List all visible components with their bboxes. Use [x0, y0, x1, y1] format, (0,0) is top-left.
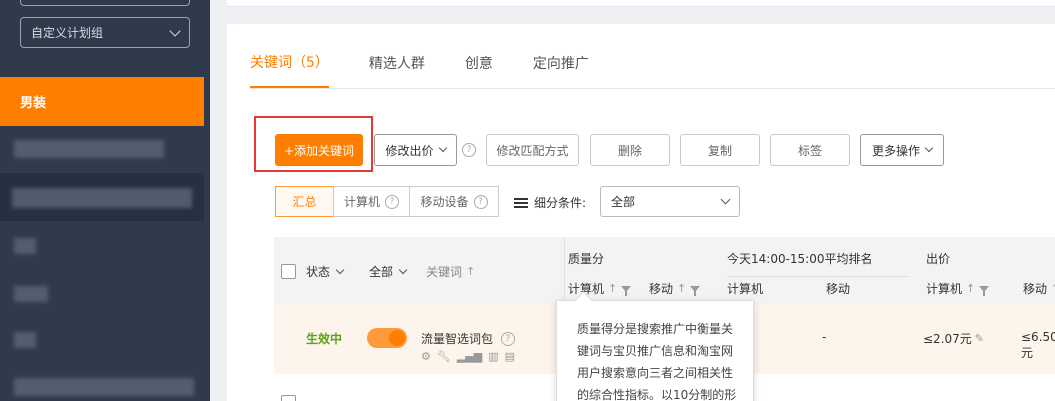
keyword-header[interactable]: 关键词 ↑	[426, 263, 475, 280]
rank-computer-header: 计算机	[727, 282, 764, 296]
keyword-text: 流量智选词包	[421, 332, 494, 346]
sidebar-item-blurred[interactable]	[14, 378, 194, 396]
tag-button[interactable]: 标签	[770, 134, 850, 166]
all-filter[interactable]: 全部	[369, 263, 408, 280]
header-divider	[727, 276, 909, 277]
report-icon[interactable]: ▥	[488, 350, 498, 363]
filter-label: 细分条件:	[514, 194, 586, 211]
bar-chart-icon[interactable]: ▂▄▆	[457, 350, 482, 363]
add-keyword-button[interactable]: +添加关键词	[275, 134, 363, 166]
keyword-cell: 流量智选词包 ?	[421, 330, 516, 347]
bid-mobile-cell: ≤6.50元	[1021, 330, 1055, 360]
select-all-checkbox[interactable]	[281, 264, 296, 279]
sidebar-item-active[interactable]: 男装	[0, 77, 204, 126]
tooltip-line: 键词与宝贝推广信息和淘宝网	[577, 344, 734, 358]
pencil-icon[interactable]: ✎	[975, 332, 984, 345]
status-toggle[interactable]	[367, 328, 407, 348]
sidebar-top-select[interactable]	[20, 0, 190, 6]
rank-mobile-header: 移动	[826, 282, 851, 296]
sidebar-item-blurred[interactable]	[14, 286, 48, 302]
bid-computer-cell[interactable]: ≤2.07元 ✎	[923, 330, 984, 347]
modify-bid-button[interactable]: 修改出价	[374, 134, 457, 166]
filter-icon[interactable]	[690, 285, 701, 296]
sidebar: 自定义计划组 男装	[0, 0, 210, 401]
tooltip-line: 的综合性指标。以10分制的形	[577, 388, 737, 401]
chevron-down-icon	[438, 143, 447, 153]
wrench-icon[interactable]: 🔧︎	[437, 350, 451, 363]
bid-header: 出价	[926, 252, 951, 266]
sort-icon[interactable]: ↑	[608, 282, 617, 295]
tab-divider	[250, 88, 1055, 89]
modify-bid-label: 修改出价	[385, 143, 434, 158]
filter-select-value: 全部	[611, 195, 636, 209]
tooltip-line: 质量得分是搜索推广中衡量关	[577, 322, 734, 336]
sort-icon[interactable]: ↑	[677, 282, 686, 295]
delete-button[interactable]: 删除	[590, 134, 670, 166]
chevron-down-icon	[924, 143, 934, 153]
more-actions-button[interactable]: 更多操作	[860, 134, 944, 166]
quality-score-header: 质量分	[568, 252, 605, 266]
keyword-header-label: 关键词	[426, 265, 463, 279]
tooltip-line: 用户搜索意向三者之间相关性	[577, 366, 734, 380]
row-checkbox[interactable]	[281, 395, 296, 401]
sort-icon[interactable]: ↑	[966, 282, 975, 295]
help-icon[interactable]: ?	[473, 194, 488, 209]
filter-icon[interactable]	[979, 285, 990, 296]
list-icon	[514, 197, 528, 208]
top-card	[227, 0, 1055, 7]
help-icon[interactable]: ?	[385, 194, 399, 209]
copy-button[interactable]: 复制	[680, 134, 760, 166]
gear-icon[interactable]: ⚙	[421, 350, 431, 363]
sidebar-item-blurred[interactable]	[14, 332, 36, 348]
help-icon[interactable]: ?	[462, 143, 476, 157]
qs-mobile-header[interactable]: 移动 ↑	[649, 280, 701, 297]
status-header: 状态	[306, 265, 331, 279]
modify-match-button[interactable]: 修改匹配方式	[486, 134, 579, 166]
qs-mobile-label: 移动	[649, 282, 674, 296]
more-actions-label: 更多操作	[871, 143, 920, 158]
status-badge: 生效中	[306, 332, 343, 346]
tab-audience[interactable]: 精选人群	[369, 38, 425, 88]
filter-label-text: 细分条件:	[534, 196, 587, 210]
clipboard-icon[interactable]: ▤	[505, 350, 515, 363]
bid-computer-header[interactable]: 计算机 ↑	[926, 280, 990, 297]
tab-bar: 关键词（5） 精选人群 创意 定向推广	[250, 38, 629, 88]
plan-group-select[interactable]: 自定义计划组	[20, 17, 190, 48]
plan-group-select-value: 自定义计划组	[31, 26, 104, 40]
segment-summary[interactable]: 汇总	[275, 186, 334, 217]
chevron-down-icon	[720, 194, 731, 205]
segment-computer[interactable]: 计算机 ?	[333, 186, 410, 217]
all-header: 全部	[369, 265, 394, 279]
sidebar-item-blurred[interactable]	[12, 188, 192, 208]
tab-creative[interactable]: 创意	[465, 38, 493, 88]
chevron-down-icon	[335, 265, 345, 274]
status-filter[interactable]: 状态	[306, 263, 345, 280]
segment-mobile-label: 移动设备	[420, 195, 469, 209]
filter-icon[interactable]	[621, 285, 632, 296]
bid-mobile-header[interactable]: 移动 ↑	[1023, 280, 1055, 297]
sidebar-item-label: 男装	[20, 96, 47, 111]
filter-select[interactable]: 全部	[600, 186, 740, 217]
chevron-down-icon	[169, 24, 181, 37]
rank-mobile-cell: -	[822, 330, 827, 344]
help-icon[interactable]: ?	[501, 331, 516, 346]
segment-computer-label: 计算机	[343, 195, 380, 209]
qs-computer-header[interactable]: 计算机 ↑	[568, 280, 632, 297]
rank-group-header: 今天14:00-15:00平均排名	[727, 252, 873, 266]
row-tools: ⚙ 🔧︎ ▂▄▆ ▥ ▤	[421, 350, 515, 363]
bid-computer-label: 计算机	[926, 282, 963, 296]
tab-targeting[interactable]: 定向推广	[533, 38, 589, 88]
tab-keywords[interactable]: 关键词（5）	[250, 38, 329, 88]
bid-mobile-label: 移动	[1023, 282, 1048, 296]
bid-computer-value: ≤2.07元	[923, 332, 972, 346]
quality-score-tooltip: 质量得分是搜索推广中衡量关 键词与宝贝推广信息和淘宝网 用户搜索意向三者之间相关…	[556, 300, 754, 401]
app-root: 自定义计划组 男装 关键词（5） 精选人群 创意 定向推广 +添加关键词 修改出…	[0, 0, 1055, 401]
chevron-down-icon	[398, 265, 408, 274]
sidebar-item-blurred[interactable]	[14, 140, 164, 158]
sidebar-item-blurred[interactable]	[14, 238, 36, 254]
segment-mobile[interactable]: 移动设备 ?	[409, 186, 499, 217]
sort-icon[interactable]: ↑	[466, 265, 475, 278]
sort-icon[interactable]: ↑	[1051, 282, 1055, 295]
